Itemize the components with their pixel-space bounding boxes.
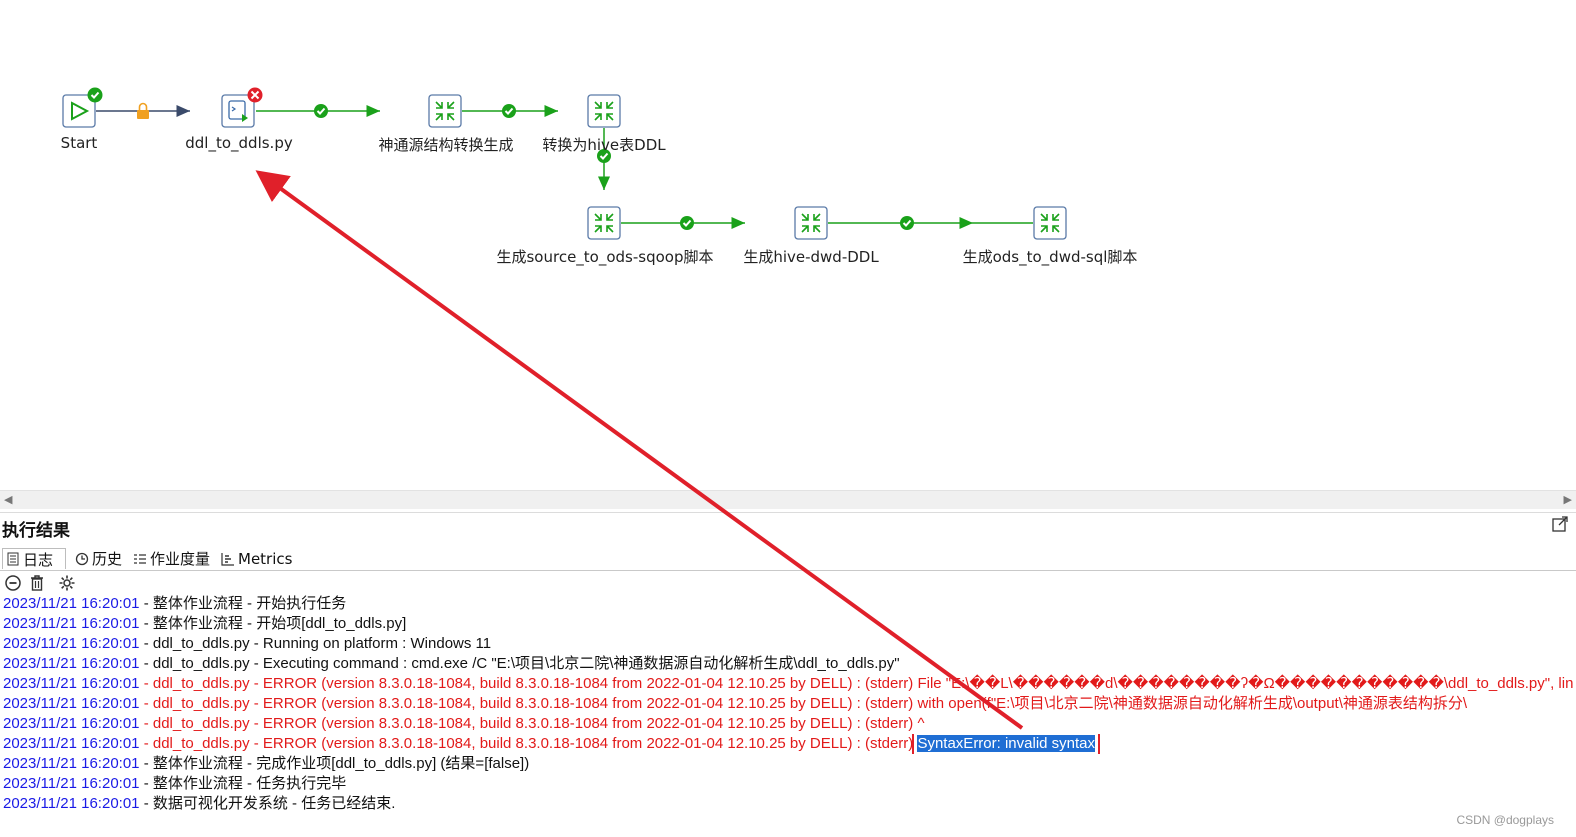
lock-icon	[137, 102, 149, 119]
log-line: 2023/11/21 16:20:01 - ddl_to_ddls.py - R…	[3, 634, 1573, 654]
log-highlighted-error: SyntaxError: invalid syntax	[912, 734, 1101, 754]
log-timestamp: 2023/11/21 16:20:01	[3, 675, 140, 692]
node-label-ddl: ddl_to_ddls.py	[185, 134, 293, 152]
tab-history-label: 历史	[92, 550, 123, 568]
node-n7[interactable]	[1033, 206, 1067, 240]
log-line: 2023/11/21 16:20:01 - ddl_to_ddls.py - E…	[3, 694, 1573, 714]
log-message: - 整体作业流程 - 任务执行完毕	[139, 775, 347, 792]
node-label-n5: 生成source_to_ods-sqoop脚本	[496, 248, 714, 266]
node-n6[interactable]	[794, 206, 828, 240]
log-line: 2023/11/21 16:20:01 - 数据可视化开发系统 - 任务已经结束…	[3, 794, 1573, 814]
log-line: 2023/11/21 16:20:01 - ddl_to_ddls.py - E…	[3, 674, 1573, 694]
log-message: - 整体作业流程 - 开始项[ddl_to_ddls.py]	[139, 615, 407, 632]
node-label-n4: 转换为hive表DDL	[542, 136, 666, 154]
node-ddl-to-ddls[interactable]	[221, 87, 263, 128]
history-icon	[75, 552, 89, 565]
hop-ddl-n3[interactable]	[256, 104, 380, 118]
node-label-n6: 生成hive-dwd-DDL	[743, 248, 879, 266]
tab-job-metrics[interactable]: 作业度量	[130, 548, 216, 569]
log-toolbar	[0, 572, 76, 594]
watermark: CSDN @dogplays	[1456, 813, 1554, 827]
scroll-left-icon[interactable]: ◀	[4, 491, 12, 509]
tab-log[interactable]: 日志	[2, 548, 66, 569]
hop-n6-n7[interactable]	[828, 216, 973, 230]
log-line: 2023/11/21 16:20:01 - 整体作业流程 - 任务执行完毕	[3, 774, 1573, 794]
hop-start-ddl[interactable]	[96, 102, 190, 119]
workflow-canvas[interactable]: Start ddl_to_ddls.py 神通源结构转换生成 转换为hive表D…	[0, 0, 1576, 490]
log-timestamp: 2023/11/21 16:20:01	[3, 695, 140, 712]
log-timestamp: 2023/11/21 16:20:01	[3, 595, 140, 612]
log-line: 2023/11/21 16:20:01 - 整体作业流程 - 完成作业项[ddl…	[3, 754, 1573, 774]
log-timestamp: 2023/11/21 16:20:01	[3, 655, 140, 672]
log-message: - 整体作业流程 - 完成作业项[ddl_to_ddls.py] (结果=[fa…	[139, 755, 530, 772]
results-tab-bar: 日志 历史 作业度量 Metrics	[0, 546, 1576, 571]
stop-icon[interactable]	[4, 574, 22, 592]
log-line: 2023/11/21 16:20:01 - ddl_to_ddls.py - E…	[3, 734, 1573, 754]
log-timestamp: 2023/11/21 16:20:01	[3, 615, 140, 632]
canvas-horizontal-scrollbar[interactable]: ◀ ▶	[0, 490, 1576, 509]
log-line: 2023/11/21 16:20:01 - ddl_to_ddls.py - E…	[3, 714, 1573, 734]
node-label-start: Start	[60, 134, 98, 152]
node-n5[interactable]	[587, 206, 621, 240]
log-message: - ddl_to_ddls.py - ERROR (version 8.3.0.…	[139, 735, 918, 752]
maximize-panel-icon[interactable]	[1552, 516, 1568, 532]
node-label-n3: 神通源结构转换生成	[378, 136, 514, 154]
chart-icon	[221, 552, 234, 566]
node-label-n7: 生成ods_to_dwd-sql脚本	[962, 248, 1138, 266]
log-line: 2023/11/21 16:20:01 - ddl_to_ddls.py - E…	[3, 654, 1573, 674]
log-message: - ddl_to_ddls.py - ERROR (version 8.3.0.…	[139, 675, 1573, 692]
trash-icon[interactable]	[28, 574, 46, 592]
tab-metrics-label: Metrics	[238, 549, 293, 568]
script-icon	[228, 100, 248, 122]
tab-metrics[interactable]: Metrics	[218, 548, 298, 569]
log-message: - ddl_to_ddls.py - Running on platform :…	[139, 635, 492, 652]
panel-divider	[0, 512, 1576, 513]
log-timestamp: 2023/11/21 16:20:01	[3, 775, 140, 792]
tab-log-label: 日志	[23, 550, 54, 569]
log-line: 2023/11/21 16:20:01 - 整体作业流程 - 开始执行任务	[3, 594, 1573, 614]
tab-history[interactable]: 历史	[72, 548, 128, 569]
log-timestamp: 2023/11/21 16:20:01	[3, 715, 140, 732]
log-icon	[7, 552, 19, 566]
tab-job-metrics-label: 作业度量	[150, 550, 211, 568]
log-timestamp: 2023/11/21 16:20:01	[3, 735, 140, 752]
log-timestamp: 2023/11/21 16:20:01	[3, 635, 140, 652]
node-start[interactable]	[62, 87, 103, 128]
node-n3[interactable]	[428, 94, 462, 128]
log-timestamp: 2023/11/21 16:20:01	[3, 755, 140, 772]
hop-n3-n4[interactable]	[462, 104, 558, 118]
results-panel-title: 执行结果	[2, 521, 70, 541]
log-message: - 数据可视化开发系统 - 任务已经结束.	[139, 795, 396, 812]
log-message: - ddl_to_ddls.py - ERROR (version 8.3.0.…	[139, 715, 925, 732]
log-output[interactable]: 2023/11/21 16:20:01 - 整体作业流程 - 开始执行任务 202…	[3, 594, 1573, 814]
log-message: - 整体作业流程 - 开始执行任务	[139, 595, 347, 612]
log-timestamp: 2023/11/21 16:20:01	[3, 795, 140, 812]
settings-icon[interactable]	[58, 574, 76, 592]
hop-n5-n6[interactable]	[621, 216, 745, 230]
log-line: 2023/11/21 16:20:01 - 整体作业流程 - 开始项[ddl_t…	[3, 614, 1573, 634]
metrics-list-icon	[134, 553, 146, 564]
log-message: - ddl_to_ddls.py - ERROR (version 8.3.0.…	[139, 695, 1468, 712]
scroll-right-icon[interactable]: ▶	[1564, 491, 1572, 509]
node-n4[interactable]	[587, 94, 621, 128]
log-message: - ddl_to_ddls.py - Executing command : c…	[139, 655, 900, 672]
workflow-diagram	[62, 87, 1067, 240]
